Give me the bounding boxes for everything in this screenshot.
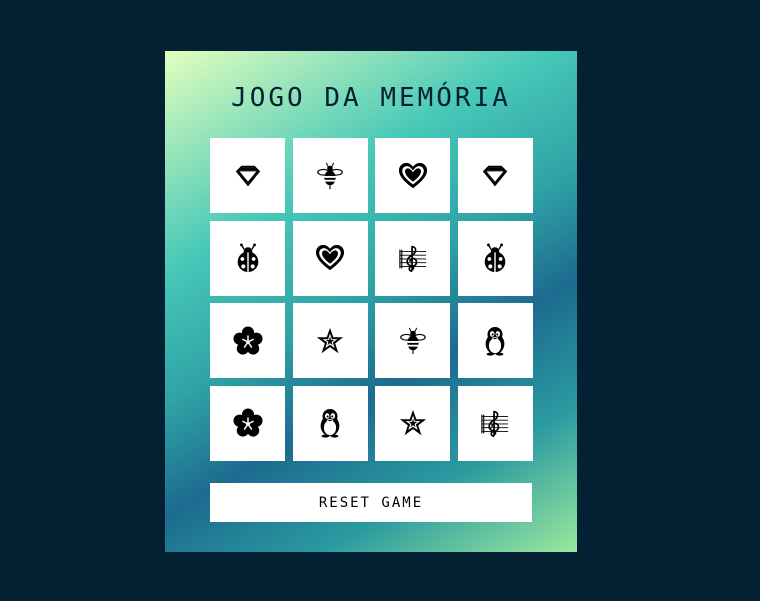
memory-card[interactable] [375, 138, 450, 213]
ladybug-icon [233, 243, 263, 273]
game-title: JOGO DA MEMÓRIA [231, 83, 511, 113]
penguin-icon [315, 408, 345, 438]
memory-card[interactable] [457, 220, 533, 296]
memory-card[interactable] [210, 138, 285, 213]
bee-icon [398, 326, 428, 356]
memory-card[interactable] [457, 303, 533, 378]
memory-card[interactable] [292, 385, 368, 461]
card-grid [210, 138, 533, 461]
ladybug-icon [480, 243, 510, 273]
diamond-icon [233, 161, 263, 191]
memory-card[interactable] [375, 385, 450, 461]
memory-card[interactable] [292, 220, 368, 296]
bee-icon [315, 161, 345, 191]
heart-icon [315, 243, 345, 273]
game-board: JOGO DA MEMÓRIA RESET GAME [165, 51, 577, 552]
flower-icon [232, 325, 263, 356]
memory-card[interactable] [375, 220, 450, 296]
memory-card[interactable] [457, 385, 533, 461]
heart-icon [398, 161, 428, 191]
memory-card[interactable] [292, 303, 368, 378]
star-icon [315, 326, 345, 356]
diamond-icon [480, 161, 510, 191]
flower-icon [232, 408, 263, 438]
reset-game-button[interactable]: RESET GAME [210, 483, 532, 522]
music-staff-icon [398, 243, 428, 273]
penguin-icon [480, 326, 510, 356]
star-icon [398, 408, 428, 438]
memory-card[interactable] [292, 138, 368, 213]
memory-card[interactable] [210, 385, 285, 461]
memory-card[interactable] [457, 138, 533, 213]
memory-card[interactable] [210, 220, 285, 296]
memory-card[interactable] [375, 303, 450, 378]
memory-card[interactable] [210, 303, 285, 378]
music-staff-icon [480, 408, 510, 438]
